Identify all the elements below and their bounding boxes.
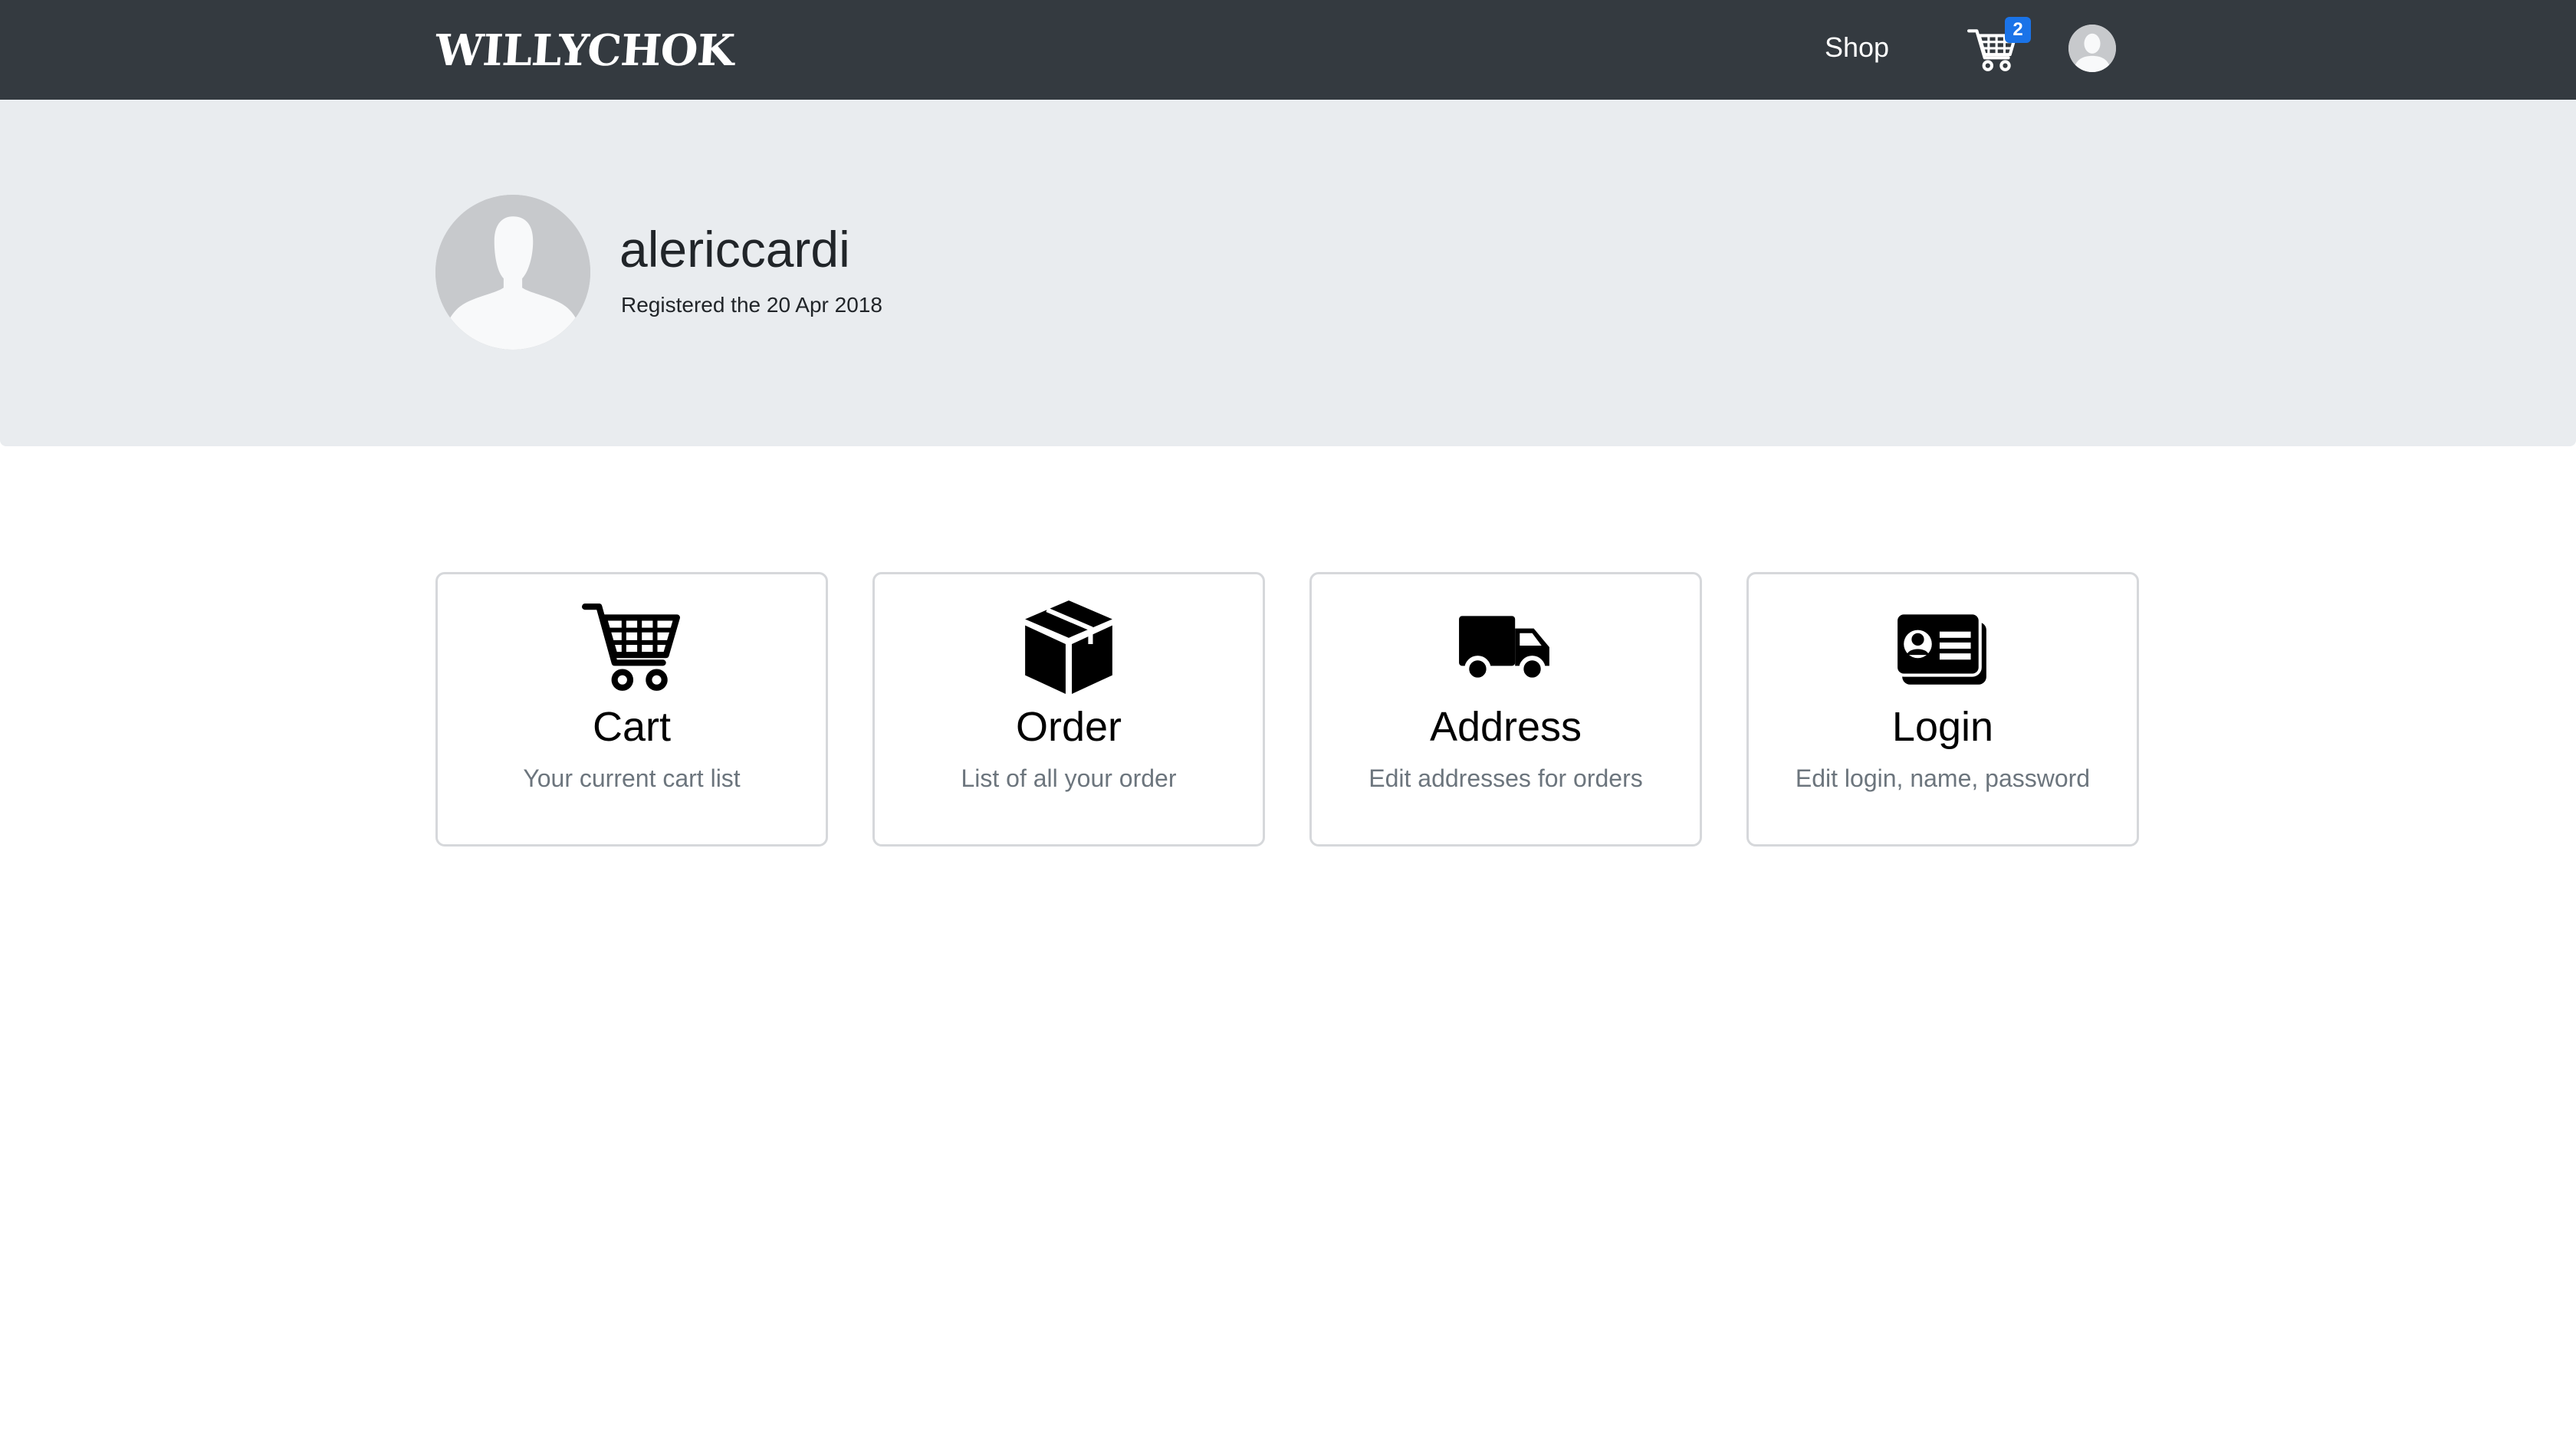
order-card-title: Order	[1015, 704, 1122, 750]
truck-icon	[1452, 597, 1559, 697]
user-silhouette-icon	[435, 195, 590, 350]
profile-header: alericcardi Registered the 20 Apr 2018	[0, 100, 2576, 446]
address-card-title: Address	[1429, 704, 1582, 750]
id-card-icon	[1889, 597, 1996, 697]
cart-card[interactable]: Cart Your current cart list	[435, 572, 828, 847]
login-card[interactable]: Login Edit login, name, password	[1746, 572, 2139, 847]
order-card[interactable]: Order List of all your order	[872, 572, 1265, 847]
profile-avatar	[435, 195, 590, 350]
login-card-text: Edit login, name, password	[1795, 764, 2091, 792]
nav-shop-link[interactable]: Shop	[1825, 25, 1889, 71]
cart-count-badge: 2	[2005, 17, 2031, 43]
brand-logo[interactable]: WILLYCHOK	[433, 14, 737, 87]
navbar: WILLYCHOK Shop 2	[0, 0, 2576, 100]
user-avatar-icon	[2068, 25, 2116, 72]
address-card-text: Edit addresses for orders	[1368, 764, 1643, 792]
account-cards: Cart Your current cart list Order List o…	[435, 572, 2139, 847]
nav-cart-button[interactable]: 2	[1967, 17, 2031, 75]
profile-username: alericcardi	[619, 221, 850, 278]
address-card[interactable]: Address Edit addresses for orders	[1309, 572, 1702, 847]
user-avatar-button[interactable]	[2068, 25, 2116, 72]
registration-date: Registered the 20 Apr 2018	[621, 293, 882, 317]
login-card-title: Login	[1891, 704, 1994, 750]
cart-card-text: Your current cart list	[523, 764, 741, 792]
cart-icon	[578, 597, 685, 697]
box-icon	[1015, 597, 1122, 697]
order-card-text: List of all your order	[961, 764, 1177, 792]
cart-card-title: Cart	[592, 704, 671, 750]
